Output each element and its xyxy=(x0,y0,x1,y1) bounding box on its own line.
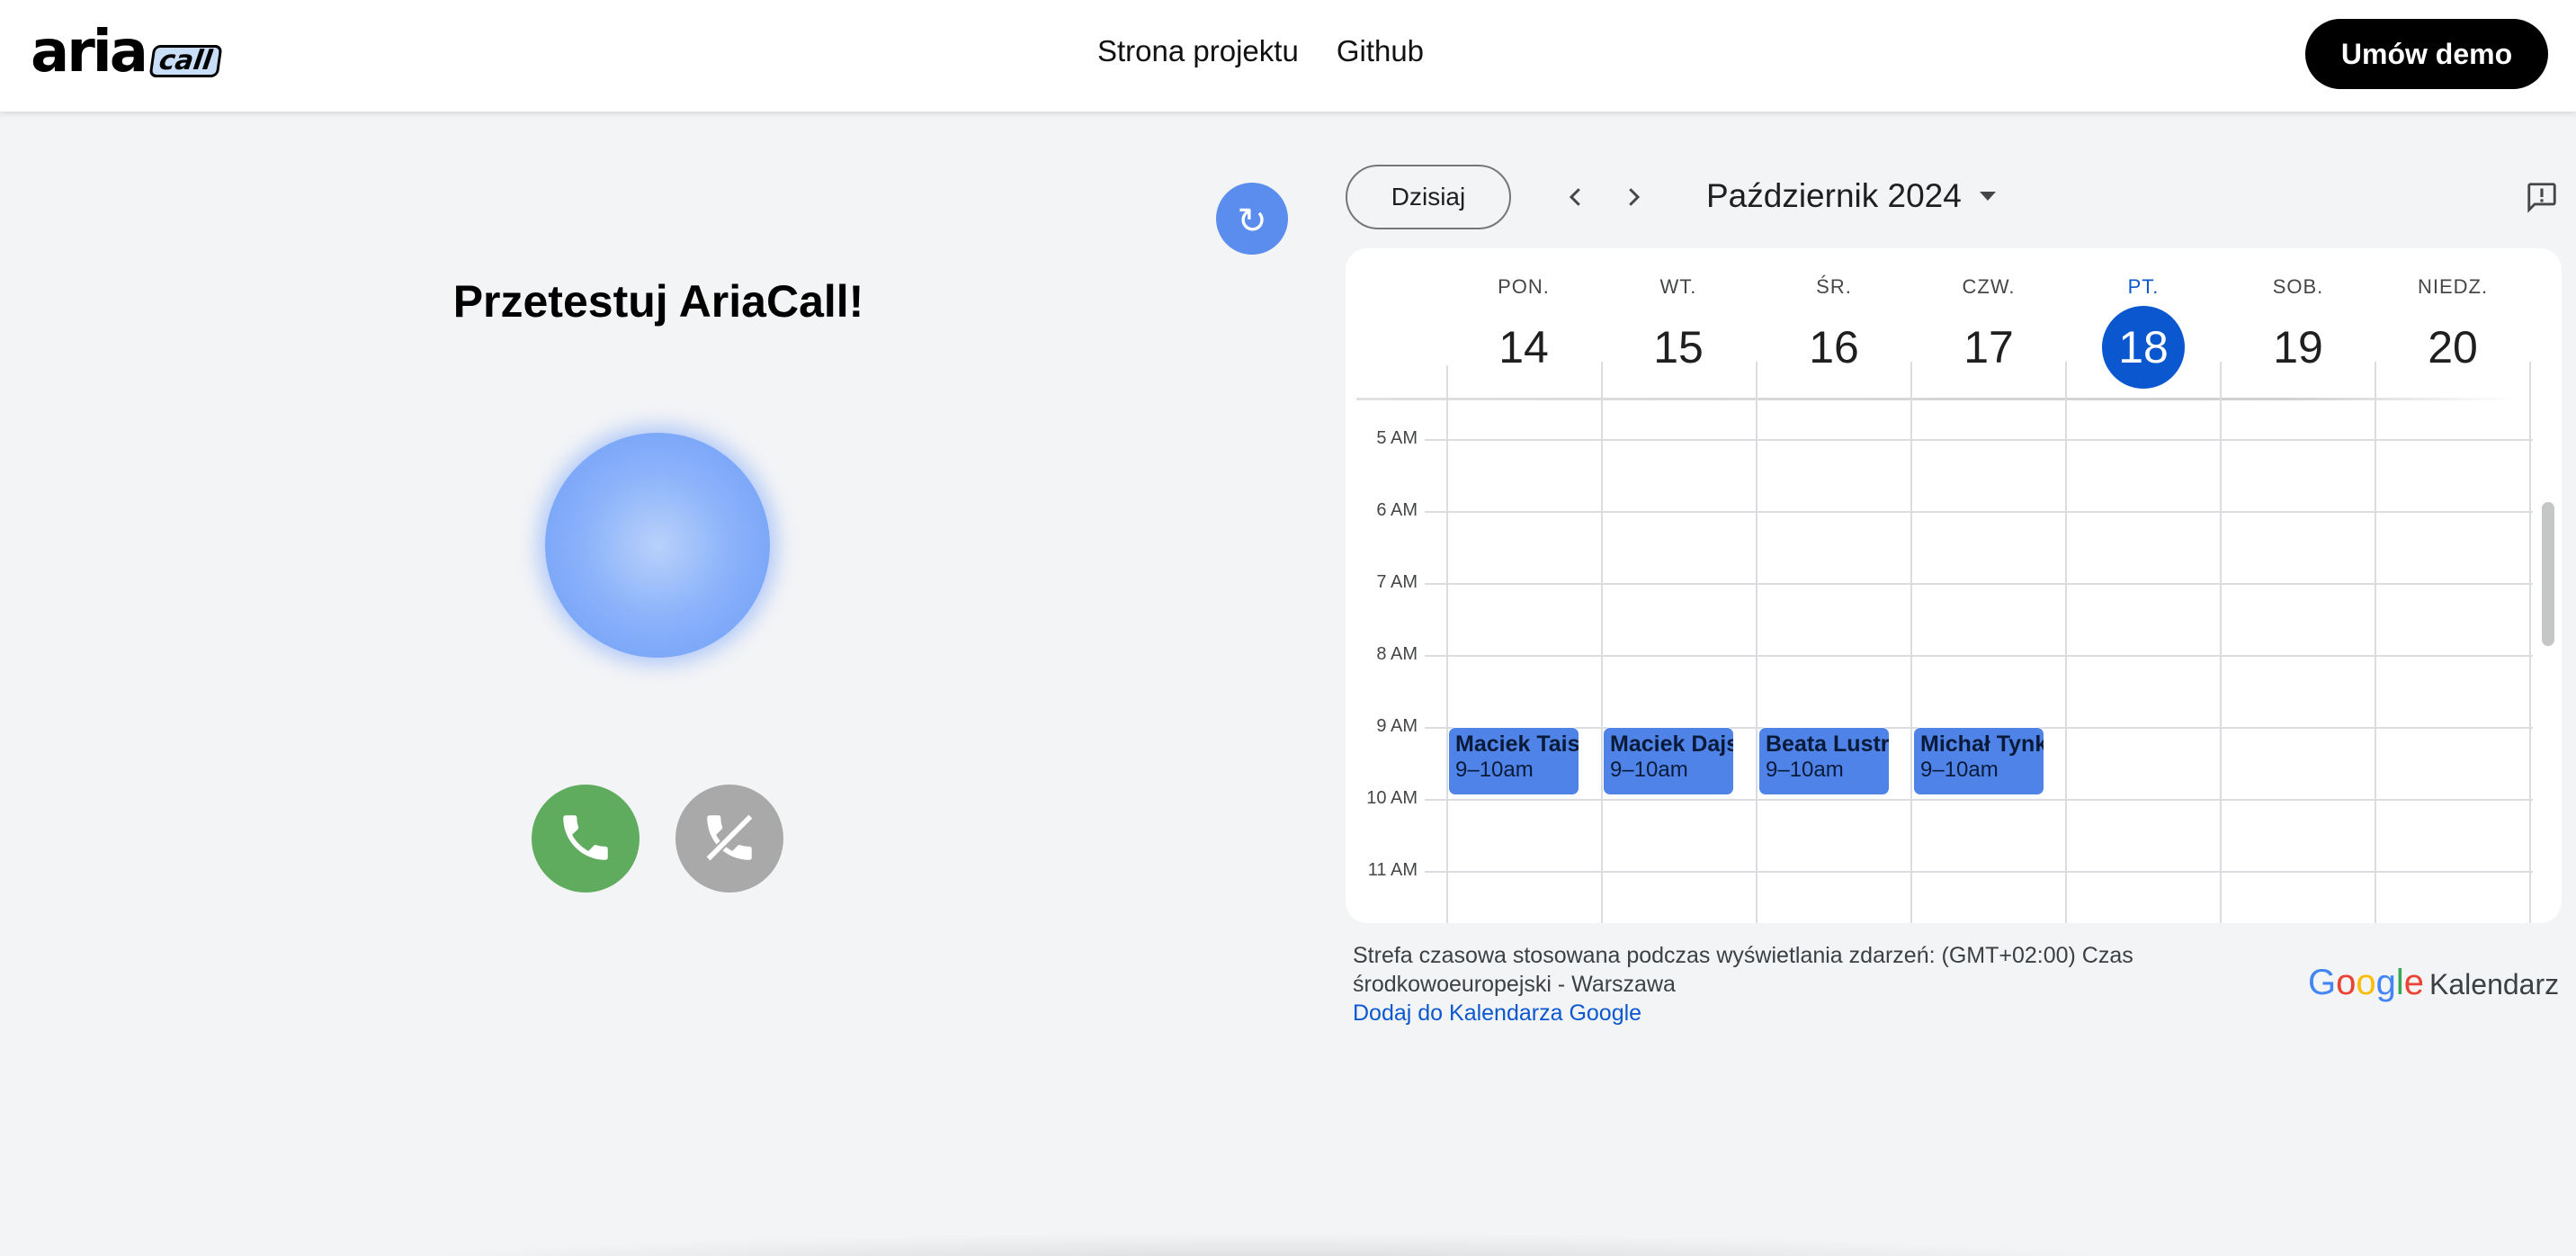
day-number[interactable]: 14 xyxy=(1482,306,1565,389)
week-calendar: PON. 14 WT. 15 ŚR. 16 CZW. 17 PT. 18 SOB. 19 NIEDZ. 2… xyxy=(1346,248,2562,923)
event-time: 9–10am xyxy=(1610,758,1688,782)
day-name: SOB. xyxy=(2272,275,2324,298)
event-title: Michał Tynk xyxy=(1920,731,2044,757)
event-time: 9–10am xyxy=(1766,758,1844,782)
chevron-left-icon xyxy=(1569,188,1580,206)
caret-down-icon xyxy=(1979,192,1996,201)
calendar-footer: Strefa czasowa stosowana podczas wyświet… xyxy=(1353,941,2162,1027)
event-title: Maciek Dajs xyxy=(1610,731,1734,757)
day-header[interactable]: PT. 18 xyxy=(2066,275,2221,389)
day-name: CZW. xyxy=(1962,275,2016,298)
refresh-button[interactable]: ↻ xyxy=(1216,183,1288,255)
day-name: PON. xyxy=(1498,275,1550,298)
google-calendar-brand[interactable]: Google Kalendarz xyxy=(2308,963,2559,1003)
event-title: Maciek Taisc xyxy=(1455,731,1579,757)
time-label: 5 AM xyxy=(1376,428,1418,448)
time-label: 8 AM xyxy=(1376,644,1418,664)
ariacall-logo[interactable]: aria call xyxy=(31,18,222,85)
time-label: 9 AM xyxy=(1376,716,1418,736)
grid-column-line xyxy=(1446,365,1448,923)
time-label: 6 AM xyxy=(1376,500,1418,520)
day-name: NIEDZ. xyxy=(2417,275,2489,298)
day-number[interactable]: 16 xyxy=(1793,306,1875,389)
day-name: WT. xyxy=(1659,275,1697,298)
day-header[interactable]: PON. 14 xyxy=(1446,275,1601,389)
page-bottom-shadow xyxy=(324,1233,2213,1256)
event-time: 9–10am xyxy=(1920,758,1999,782)
event-title: Beata Lustro xyxy=(1766,731,1890,757)
chevron-right-icon xyxy=(1629,188,1641,206)
grid-column-line xyxy=(2375,362,2376,923)
feedback-icon xyxy=(2527,183,2556,213)
time-label: 11 AM xyxy=(1367,860,1418,880)
hour-line xyxy=(1425,511,2533,513)
day-number[interactable]: 20 xyxy=(2411,306,2494,389)
logo-call-badge: call xyxy=(148,45,222,77)
calendar-event[interactable]: Beata Lustro 9–10am xyxy=(1758,727,1890,795)
timezone-note: Strefa czasowa stosowana podczas wyświet… xyxy=(1353,943,2133,997)
hour-line xyxy=(1425,871,2533,873)
calendar-event[interactable]: Maciek Taisc 9–10am xyxy=(1448,727,1579,795)
grid-column-line xyxy=(2065,362,2067,923)
day-header[interactable]: SOB. 19 xyxy=(2221,275,2375,389)
answer-call-button[interactable] xyxy=(532,785,640,893)
day-header[interactable]: WT. 15 xyxy=(1601,275,1756,389)
time-label: 7 AM xyxy=(1376,572,1418,592)
phone-off-icon xyxy=(700,808,759,870)
hour-line xyxy=(1425,439,2533,441)
day-header[interactable]: NIEDZ. 20 xyxy=(2375,275,2530,389)
voice-orb xyxy=(545,433,770,658)
grid-column-line xyxy=(1910,362,1912,923)
today-button[interactable]: Dzisiaj xyxy=(1346,165,1511,229)
top-header: aria call Strona projektu Github Umów de… xyxy=(0,0,2576,112)
next-week-button[interactable] xyxy=(1614,177,1653,217)
logo-aria-text: aria xyxy=(31,19,148,85)
phone-icon xyxy=(556,808,615,870)
calendar-event[interactable]: Michał Tynk 9–10am xyxy=(1913,727,2044,795)
nav-link-github[interactable]: Github xyxy=(1337,34,1424,68)
event-time: 9–10am xyxy=(1455,758,1534,782)
day-number[interactable]: 17 xyxy=(1947,306,2030,389)
day-header[interactable]: ŚR. 16 xyxy=(1757,275,1911,389)
calendar-event[interactable]: Maciek Dajs 9–10am xyxy=(1603,727,1734,795)
grid-column-line xyxy=(2220,362,2222,923)
prev-week-button[interactable] xyxy=(1556,177,1596,217)
calendar-scrollbar[interactable] xyxy=(2542,502,2554,646)
grid-column-line xyxy=(1756,362,1758,923)
calendar-brand-label: Kalendarz xyxy=(2429,968,2560,1000)
day-number[interactable]: 19 xyxy=(2257,306,2339,389)
day-name: ŚR. xyxy=(1816,275,1852,298)
book-demo-button[interactable]: Umów demo xyxy=(2305,19,2548,89)
header-separator xyxy=(1356,398,2517,400)
hour-line xyxy=(1425,799,2533,801)
time-label: 10 AM xyxy=(1366,788,1418,808)
month-label-text: Październik 2024 xyxy=(1706,177,1962,214)
day-number[interactable]: 15 xyxy=(1637,306,1720,389)
grid-column-line xyxy=(2529,362,2531,923)
day-name: PT. xyxy=(2127,275,2160,298)
main-nav: Strona projektu Github xyxy=(1097,34,1424,68)
nav-link-project-page[interactable]: Strona projektu xyxy=(1097,34,1299,68)
day-header[interactable]: CZW. 17 xyxy=(1911,275,2066,389)
feedback-button[interactable] xyxy=(2522,177,2562,217)
grid-column-line xyxy=(1601,362,1603,923)
add-to-google-calendar-link[interactable]: Dodaj do Kalendarza Google xyxy=(1353,1000,1641,1026)
day-number-today[interactable]: 18 xyxy=(2102,306,2185,389)
hour-line xyxy=(1425,655,2533,657)
google-logo: Google xyxy=(2308,963,2425,1002)
end-call-button[interactable] xyxy=(675,785,783,893)
refresh-icon: ↻ xyxy=(1237,201,1267,242)
month-selector[interactable]: Październik 2024 xyxy=(1706,177,1998,215)
calendar-toolbar: Dzisiaj Październik 2024 xyxy=(1346,165,2562,229)
test-title: Przetestuj AriaCall! xyxy=(452,276,864,327)
hour-line xyxy=(1425,583,2533,585)
